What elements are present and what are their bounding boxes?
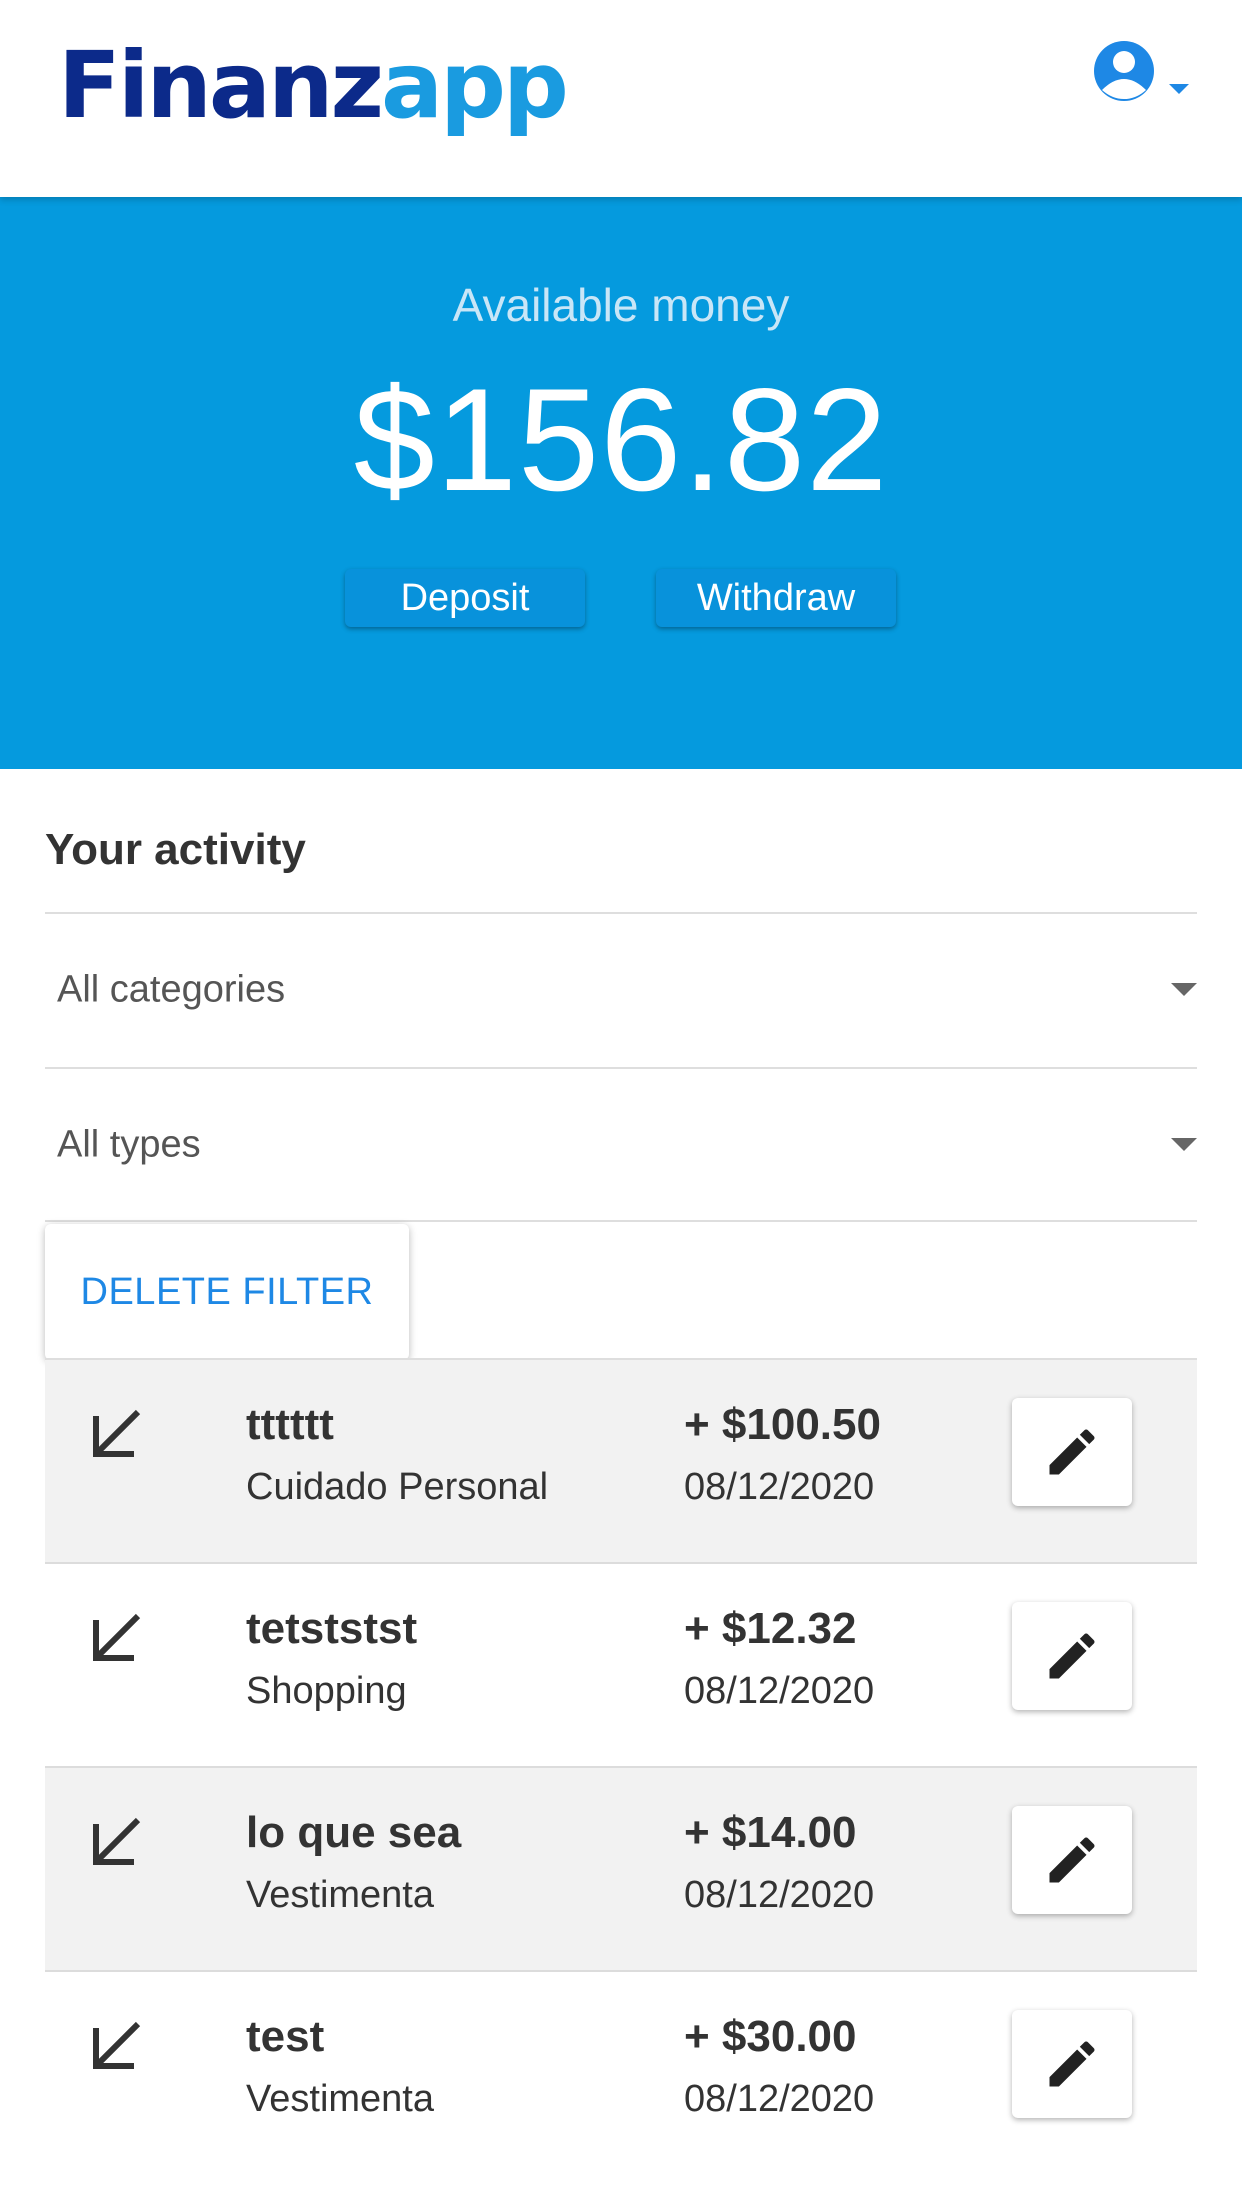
divider	[45, 1220, 1197, 1222]
user-menu-button[interactable]	[1088, 38, 1198, 108]
transaction-row: lo que sea Vestimenta + $14.00 08/12/202…	[45, 1768, 1197, 1972]
available-money-amount: $156.82	[353, 358, 889, 521]
app-header: Finanzapp	[0, 0, 1242, 197]
category-filter-select[interactable]: All categories	[45, 915, 1197, 1065]
arrow-down-left-icon	[93, 1613, 141, 1661]
caret-down-icon	[1169, 84, 1189, 94]
transaction-row: tttttt Cuidado Personal + $100.50 08/12/…	[45, 1360, 1197, 1564]
transaction-amount: + $12.32	[684, 1604, 857, 1653]
divider	[45, 912, 1197, 914]
transaction-category: Cuidado Personal	[246, 1466, 549, 1508]
category-filter-value: All categories	[57, 968, 286, 1011]
transaction-name: tetststst	[246, 1604, 418, 1653]
transaction-name: lo que sea	[246, 1808, 462, 1857]
withdraw-button[interactable]: Withdraw	[656, 569, 896, 627]
transaction-date: 08/12/2020	[684, 1670, 875, 1712]
transaction-date: 08/12/2020	[684, 2078, 875, 2120]
transaction-category: Shopping	[246, 1670, 407, 1712]
pencil-icon	[1049, 1429, 1095, 1475]
arrow-down-left-icon	[93, 1817, 141, 1865]
deposit-button[interactable]: Deposit	[345, 569, 585, 627]
available-money-label: Available money	[452, 279, 790, 331]
arrow-down-left-icon	[93, 1409, 141, 1457]
chevron-down-icon	[1171, 983, 1197, 996]
transaction-name: tttttt	[246, 1400, 334, 1449]
activity-title: Your activity	[45, 825, 306, 874]
edit-transaction-button[interactable]	[1012, 1806, 1132, 1914]
pencil-icon	[1049, 1837, 1095, 1883]
chevron-down-icon	[1171, 1138, 1197, 1151]
transaction-amount: + $14.00	[684, 1808, 857, 1857]
transaction-date: 08/12/2020	[684, 1466, 875, 1508]
delete-filter-button[interactable]: DELETE FILTER	[45, 1224, 409, 1360]
transaction-category: Vestimenta	[246, 1874, 434, 1916]
arrow-down-left-icon	[93, 2021, 141, 2069]
edit-transaction-button[interactable]	[1012, 1602, 1132, 1710]
transaction-amount: + $30.00	[684, 2012, 857, 2061]
divider	[45, 1067, 1197, 1069]
transaction-amount: + $100.50	[684, 1400, 881, 1449]
transaction-row: tetststst Shopping + $12.32 08/12/2020	[45, 1564, 1197, 1768]
logo-text-finanz: Finanz	[58, 32, 384, 139]
logo-text-app: app	[381, 32, 569, 139]
account-circle-icon	[1094, 41, 1154, 101]
pencil-icon	[1049, 1633, 1095, 1679]
transaction-name: test	[246, 2012, 325, 2061]
type-filter-select[interactable]: All types	[45, 1070, 1197, 1220]
transaction-category: Vestimenta	[246, 2078, 434, 2120]
app-logo: Finanzapp	[58, 30, 569, 142]
edit-transaction-button[interactable]	[1012, 2010, 1132, 2118]
type-filter-value: All types	[57, 1123, 201, 1166]
edit-transaction-button[interactable]	[1012, 1398, 1132, 1506]
transaction-row: test Vestimenta + $30.00 08/12/2020	[45, 1972, 1197, 2176]
pencil-icon	[1049, 2041, 1095, 2087]
transaction-date: 08/12/2020	[684, 1874, 875, 1916]
